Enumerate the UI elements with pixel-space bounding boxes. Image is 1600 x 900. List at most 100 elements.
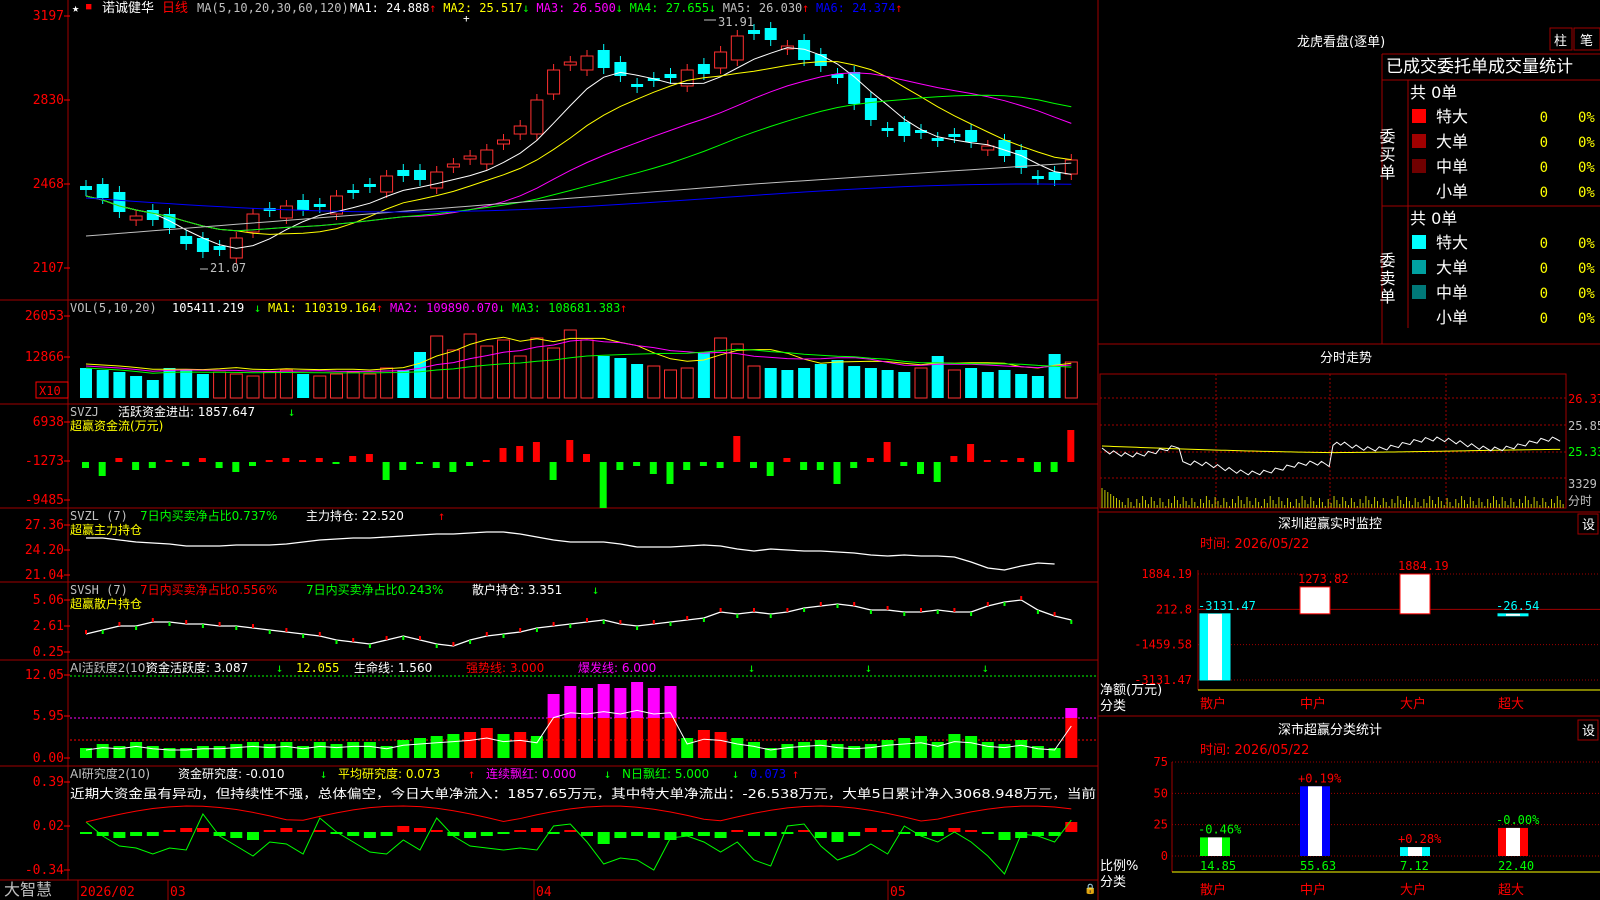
svg-text:↓: ↓ bbox=[616, 1, 623, 15]
sz-monitor-panel: 深圳超赢实时监控 设 时间: 2026/05/22 1884.19 212.8 -1… bbox=[1100, 513, 1600, 714]
volume-bar bbox=[497, 339, 510, 399]
active-bar bbox=[514, 732, 527, 758]
candle bbox=[1064, 159, 1078, 175]
volume-bar bbox=[446, 349, 460, 399]
active-bar bbox=[948, 734, 961, 758]
monitor-category: 超大 bbox=[1498, 697, 1524, 712]
x-label-mar: 03 bbox=[170, 885, 186, 900]
svg-text:↓: ↓ bbox=[865, 661, 872, 675]
flow-bar bbox=[566, 440, 574, 462]
row-value: 0 bbox=[1540, 135, 1548, 151]
volume-bar bbox=[965, 368, 978, 398]
research-bar bbox=[864, 828, 877, 832]
active-bar bbox=[363, 742, 376, 758]
row-pct: 0% bbox=[1578, 160, 1595, 176]
research-bar bbox=[530, 828, 543, 832]
tick-button[interactable]: 笔 bbox=[1580, 33, 1593, 49]
monitor-bar-inner bbox=[1208, 613, 1222, 680]
flow-bar bbox=[866, 458, 874, 462]
row-value: 0 bbox=[1540, 185, 1548, 201]
flow-bar bbox=[382, 462, 390, 480]
ai-research-axis: 0.39 0.02 -0.34 bbox=[25, 775, 70, 878]
volume-bar bbox=[664, 369, 677, 399]
candle bbox=[80, 186, 92, 190]
monitor-category: 中户 bbox=[1300, 696, 1326, 712]
stat-category: 中户 bbox=[1300, 882, 1326, 898]
candle bbox=[480, 149, 494, 165]
active-bar bbox=[397, 740, 410, 758]
axis-tick: 3197 bbox=[33, 9, 64, 24]
volume-bar bbox=[180, 370, 193, 398]
svzj-axis: 6938 -1273 -9485 bbox=[25, 415, 70, 508]
legend-swatch bbox=[1412, 285, 1426, 299]
stat-tick: 50 bbox=[1154, 786, 1168, 800]
flow-bar bbox=[98, 462, 106, 476]
panel-frames bbox=[0, 0, 1600, 900]
svg-text:强势线: 3.000: 强势线: 3.000 bbox=[466, 661, 544, 675]
candle bbox=[798, 40, 811, 60]
svg-text:平均研究度: 0.073: 平均研究度: 0.073 bbox=[338, 766, 440, 781]
active-bar bbox=[714, 732, 727, 758]
active-bar bbox=[864, 744, 877, 758]
candle bbox=[714, 51, 728, 69]
active-bar bbox=[614, 718, 627, 758]
column-button[interactable]: 柱 bbox=[1554, 34, 1567, 49]
candlestick-chart bbox=[80, 22, 1078, 264]
research-bar bbox=[581, 832, 593, 836]
volume-bar bbox=[714, 337, 728, 399]
volume-bar bbox=[764, 368, 777, 398]
svg-text:生命线: 1.560: 生命线: 1.560 bbox=[354, 660, 432, 675]
research-bar bbox=[764, 832, 777, 836]
active-bar bbox=[931, 742, 944, 758]
research-bar bbox=[196, 828, 209, 832]
row-pct: 0% bbox=[1578, 286, 1595, 302]
svg-text:↑: ↑ bbox=[620, 301, 627, 315]
stat-value: 22.40 bbox=[1498, 859, 1534, 873]
monitor-category: 大户 bbox=[1400, 696, 1426, 712]
research-bar bbox=[480, 832, 493, 836]
flow-bar bbox=[249, 462, 256, 466]
monitor-bar-label: -3131.47 bbox=[1198, 599, 1256, 613]
x-label-feb: 2026/02 bbox=[80, 885, 135, 900]
volume-bar bbox=[113, 372, 126, 398]
flow-bar bbox=[499, 448, 507, 462]
intraday-tick-hi: 26.37 bbox=[1568, 392, 1600, 406]
stat-category: 超大 bbox=[1498, 883, 1524, 898]
svg-text:+: + bbox=[463, 12, 470, 25]
svg-text:↓: ↓ bbox=[732, 767, 739, 781]
candle bbox=[814, 54, 827, 66]
panel-title: 龙虎看盘(逐单) bbox=[1297, 34, 1385, 50]
monitor-category: 散户 bbox=[1200, 696, 1226, 712]
flow-bar bbox=[282, 458, 290, 462]
research-bar bbox=[363, 832, 376, 838]
flow-bar bbox=[633, 462, 641, 466]
candle bbox=[129, 215, 143, 221]
stat-settings-button[interactable]: 设 bbox=[1582, 724, 1595, 739]
flow-bar bbox=[1000, 460, 1008, 462]
volume-bar bbox=[747, 365, 761, 399]
volume-bar bbox=[1064, 361, 1078, 399]
volume-bar bbox=[397, 370, 410, 398]
axis-tick: 0.25 bbox=[33, 645, 64, 660]
flow-bar bbox=[165, 460, 173, 462]
svg-text:7日内买卖净占比0.243%: 7日内买卖净占比0.243% bbox=[306, 582, 443, 597]
axis-tick: 2107 bbox=[33, 261, 64, 276]
axis-tick: 2468 bbox=[33, 177, 64, 192]
svg-text:SVZJ: SVZJ bbox=[70, 405, 99, 419]
x-axis: 大智慧 2026/02 03 04 05 🔒 bbox=[4, 880, 1096, 900]
active-bar bbox=[497, 734, 510, 758]
candle bbox=[631, 84, 644, 87]
active-bar bbox=[313, 742, 326, 758]
volume-bar bbox=[430, 335, 444, 399]
candle bbox=[664, 74, 677, 78]
flow-bar bbox=[666, 462, 674, 484]
row-value: 0 bbox=[1540, 110, 1548, 126]
row-value: 0 bbox=[1540, 286, 1548, 302]
flow-bar bbox=[349, 456, 357, 462]
active-bar bbox=[480, 728, 493, 758]
legend-swatch bbox=[1412, 235, 1426, 249]
ai-research-header: AI研究度2(10) 资金研究度: -0.010 ↓ 平均研究度: 0.073 … bbox=[70, 766, 1096, 801]
research-bar bbox=[146, 832, 159, 836]
intraday-vol: 3329 bbox=[1568, 477, 1597, 491]
monitor-settings-button[interactable]: 设 bbox=[1582, 518, 1595, 533]
